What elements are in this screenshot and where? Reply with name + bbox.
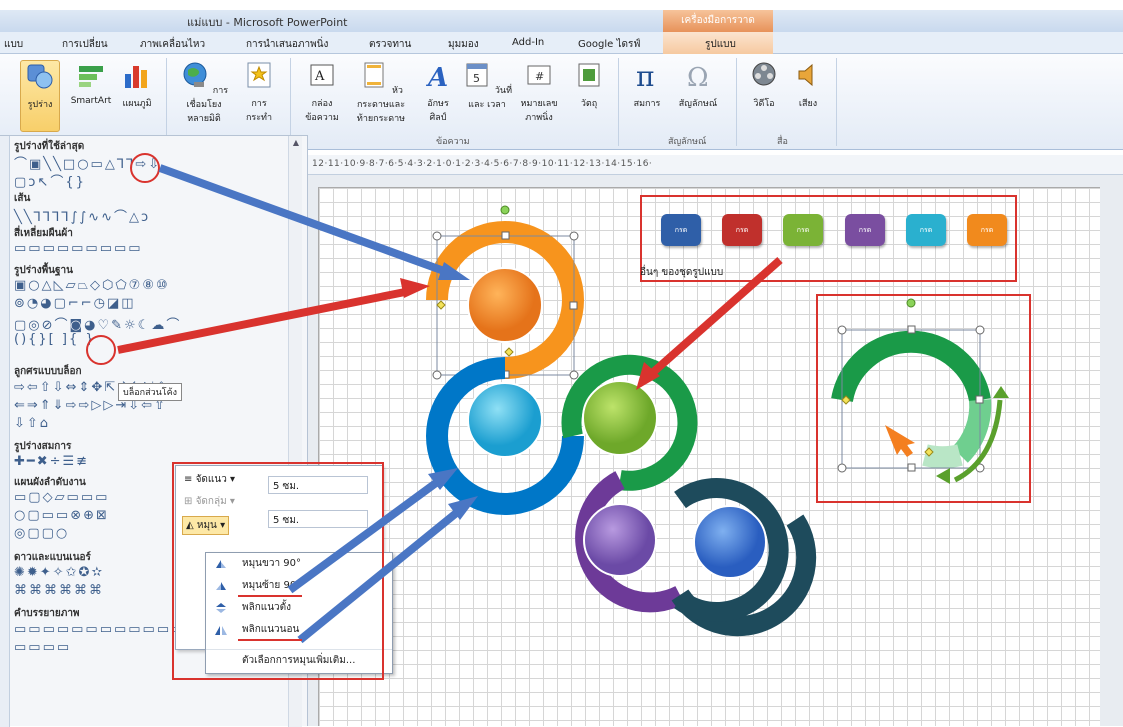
blue-arrow-shape-to-circle [158, 164, 457, 279]
blue-arrow-flip-horizontal [297, 506, 463, 644]
blue-arrow-rotate-right [287, 476, 443, 594]
blue-arrowhead [438, 262, 470, 280]
red-arrowhead [400, 278, 430, 298]
red-arrow-blockarc-to-arc [117, 288, 406, 354]
red-arrow-swatch-to-circle [647, 257, 783, 378]
annotation-arrows [117, 164, 783, 644]
